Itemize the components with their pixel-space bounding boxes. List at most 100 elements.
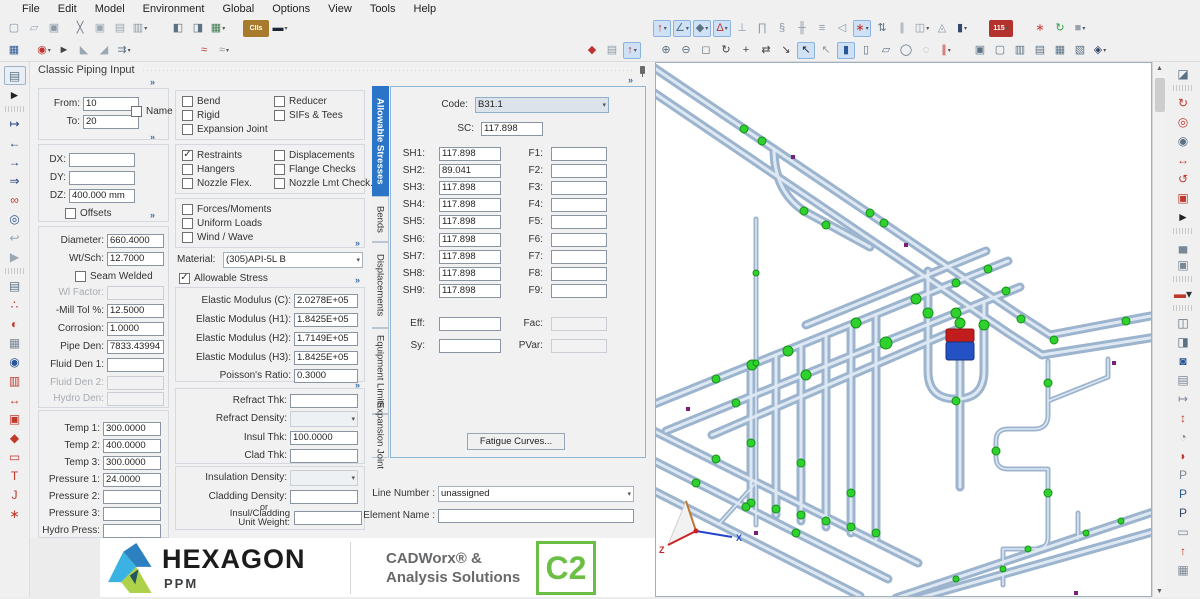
valve-flange-icon[interactable]: ◎ (4, 209, 26, 228)
render-cylinder-icon[interactable]: ◯ (897, 42, 915, 59)
dz-input[interactable] (69, 189, 135, 203)
tab-displacements[interactable]: Displacements (372, 242, 389, 328)
elastic-modulus-h1-input[interactable] (294, 313, 358, 327)
scrollbar-thumb[interactable] (1155, 78, 1165, 112)
offsets-checkbox[interactable] (65, 208, 76, 219)
ruler-icon[interactable]: ▭ (1172, 522, 1194, 541)
tee-break-icon[interactable]: ↑▾ (653, 20, 671, 37)
view-right-icon[interactable]: ▧ (1071, 42, 1089, 59)
dropdown-arrow-icon[interactable]: ▾ (1082, 25, 1085, 32)
dropdown-arrow-icon[interactable]: ▾ (948, 47, 951, 54)
corrosion-input[interactable] (107, 322, 164, 336)
list-input-icon[interactable]: ▤ (4, 276, 26, 295)
pressure1-input[interactable] (103, 473, 161, 487)
menu-environment[interactable]: Environment (143, 3, 205, 15)
eff-input[interactable] (439, 317, 501, 331)
zoom-in-icon[interactable]: ⊕ (657, 42, 675, 59)
orient-up-icon[interactable]: ↑▾ (623, 42, 641, 59)
view-left-icon[interactable]: ▦ (1051, 42, 1069, 59)
undo-review-icon[interactable]: ◣ (75, 42, 93, 59)
pin-strip-icon[interactable]: ◪ (1172, 64, 1194, 83)
f4-input[interactable] (551, 198, 607, 212)
render-hidden-icon[interactable]: ◌ (917, 42, 935, 59)
nozzle-lmt-checkbox[interactable] (274, 178, 285, 189)
annotate-icon[interactable]: ◆ (583, 42, 601, 59)
link-nodes-icon[interactable]: ◉ (1172, 131, 1194, 150)
displacements-checkbox[interactable] (274, 150, 285, 161)
menu-model[interactable]: Model (95, 3, 125, 15)
view-iso-icon[interactable]: ◈▾ (1091, 42, 1109, 59)
f3-input[interactable] (551, 181, 607, 195)
expansion-joint-checkbox[interactable] (182, 124, 193, 135)
up-red-icon[interactable]: ↑ (1172, 541, 1194, 560)
sh9-input[interactable] (439, 284, 501, 298)
insul-thk-input[interactable] (290, 431, 358, 445)
flyout-right-icon[interactable]: ► (1172, 207, 1194, 226)
valve-red-icon[interactable]: ◆ (4, 428, 26, 447)
spring-icon[interactable]: § (773, 20, 791, 37)
hydro-press-input[interactable] (103, 524, 161, 538)
flyout-arrow-icon[interactable]: ► (4, 85, 26, 104)
tab-allowable-stresses[interactable]: Allowable Stresses (372, 86, 389, 196)
isometrics-icon[interactable]: ▬▾ (1172, 284, 1194, 303)
error-check-icon[interactable]: ► (55, 42, 73, 59)
render-shaded-icon[interactable]: ▯ (857, 42, 875, 59)
select-cursor-icon[interactable]: ↖ (797, 42, 815, 59)
pin-icon[interactable] (640, 66, 645, 74)
f9-input[interactable] (551, 284, 607, 298)
approve-icon[interactable]: ◢ (95, 42, 113, 59)
temp3-input[interactable] (103, 456, 161, 470)
rotate-nodes-icon[interactable]: ↻ (1172, 93, 1194, 112)
node-pair-icon[interactable]: ◎ (1172, 112, 1194, 131)
copy-icon[interactable]: ▣ (91, 20, 109, 37)
archive-model-icon[interactable]: ▦▾ (209, 20, 227, 37)
menu-tools[interactable]: Tools (370, 3, 396, 15)
print-icon[interactable]: ▥▾ (131, 20, 149, 37)
distance-icon[interactable]: ↔ (4, 390, 26, 409)
view-front-icon[interactable]: ▣ (971, 42, 989, 59)
monitor-red-icon[interactable]: ▭ (4, 447, 26, 466)
valve-tool-icon[interactable]: ◆▾ (693, 20, 711, 37)
star-red-icon[interactable]: ∗ (4, 504, 26, 523)
clad-thk-input[interactable] (290, 449, 358, 463)
duplicate-block-icon[interactable]: ▣ (1172, 188, 1194, 207)
back-icon[interactable]: ↩ (4, 228, 26, 247)
f2-input[interactable] (551, 164, 607, 178)
save-file-icon[interactable]: ▣ (45, 20, 63, 37)
view-bottom-icon[interactable]: ▤ (1031, 42, 1049, 59)
sh3-input[interactable] (439, 181, 501, 195)
render-solid-icon[interactable]: ▮ (837, 42, 855, 59)
paste-icon[interactable]: ▤ (111, 20, 129, 37)
forces-moments-checkbox[interactable] (182, 204, 193, 215)
forward-icon[interactable]: ▶ (4, 247, 26, 266)
dropdown-arrow-icon[interactable]: ▾ (926, 25, 929, 32)
elastic-modulus-h3-input[interactable] (294, 351, 358, 365)
insert-after-icon[interactable]: → (4, 152, 26, 171)
find-node-icon[interactable]: ◐ (4, 314, 26, 333)
tab-bends[interactable]: Bends (372, 196, 389, 242)
dynamic-input-icon[interactable]: ≈ (195, 42, 213, 59)
dropdown-arrow-icon[interactable]: ▾ (1103, 47, 1106, 54)
insulation-tool-icon[interactable]: ∥ (893, 20, 911, 37)
delta-dims-icon[interactable]: Δ▾ (713, 20, 731, 37)
pipe-support-icon[interactable]: P (1172, 484, 1194, 503)
mill-tol-input[interactable] (107, 304, 164, 318)
sif-tool-icon[interactable]: ∗▾ (853, 20, 871, 37)
open-file-icon[interactable]: ▱ (25, 20, 43, 37)
wtsch-input[interactable] (107, 252, 164, 266)
scroll-up-arrow[interactable]: ▲ (1156, 62, 1163, 74)
dropdown-arrow-icon[interactable]: ▾ (725, 25, 728, 32)
seam-welded-checkbox[interactable] (75, 271, 86, 282)
globe-icon[interactable]: ◉ (4, 352, 26, 371)
pan-view-icon[interactable]: + (737, 42, 755, 59)
rotate-element-icon[interactable]: ↺ (1172, 169, 1194, 188)
expansion-joint-icon[interactable]: ≡ (813, 20, 831, 37)
gauge-icon[interactable]: ◔ (1172, 427, 1194, 446)
dx-input[interactable] (69, 153, 135, 167)
expand-chevron[interactable]: » (628, 75, 632, 85)
poissons-ratio-input[interactable] (294, 369, 358, 383)
view-top-icon[interactable]: ▥ (1011, 42, 1029, 59)
pump-icon[interactable]: ◙ (1172, 351, 1194, 370)
wind-wave-checkbox[interactable] (182, 232, 193, 243)
sh7-input[interactable] (439, 250, 501, 264)
